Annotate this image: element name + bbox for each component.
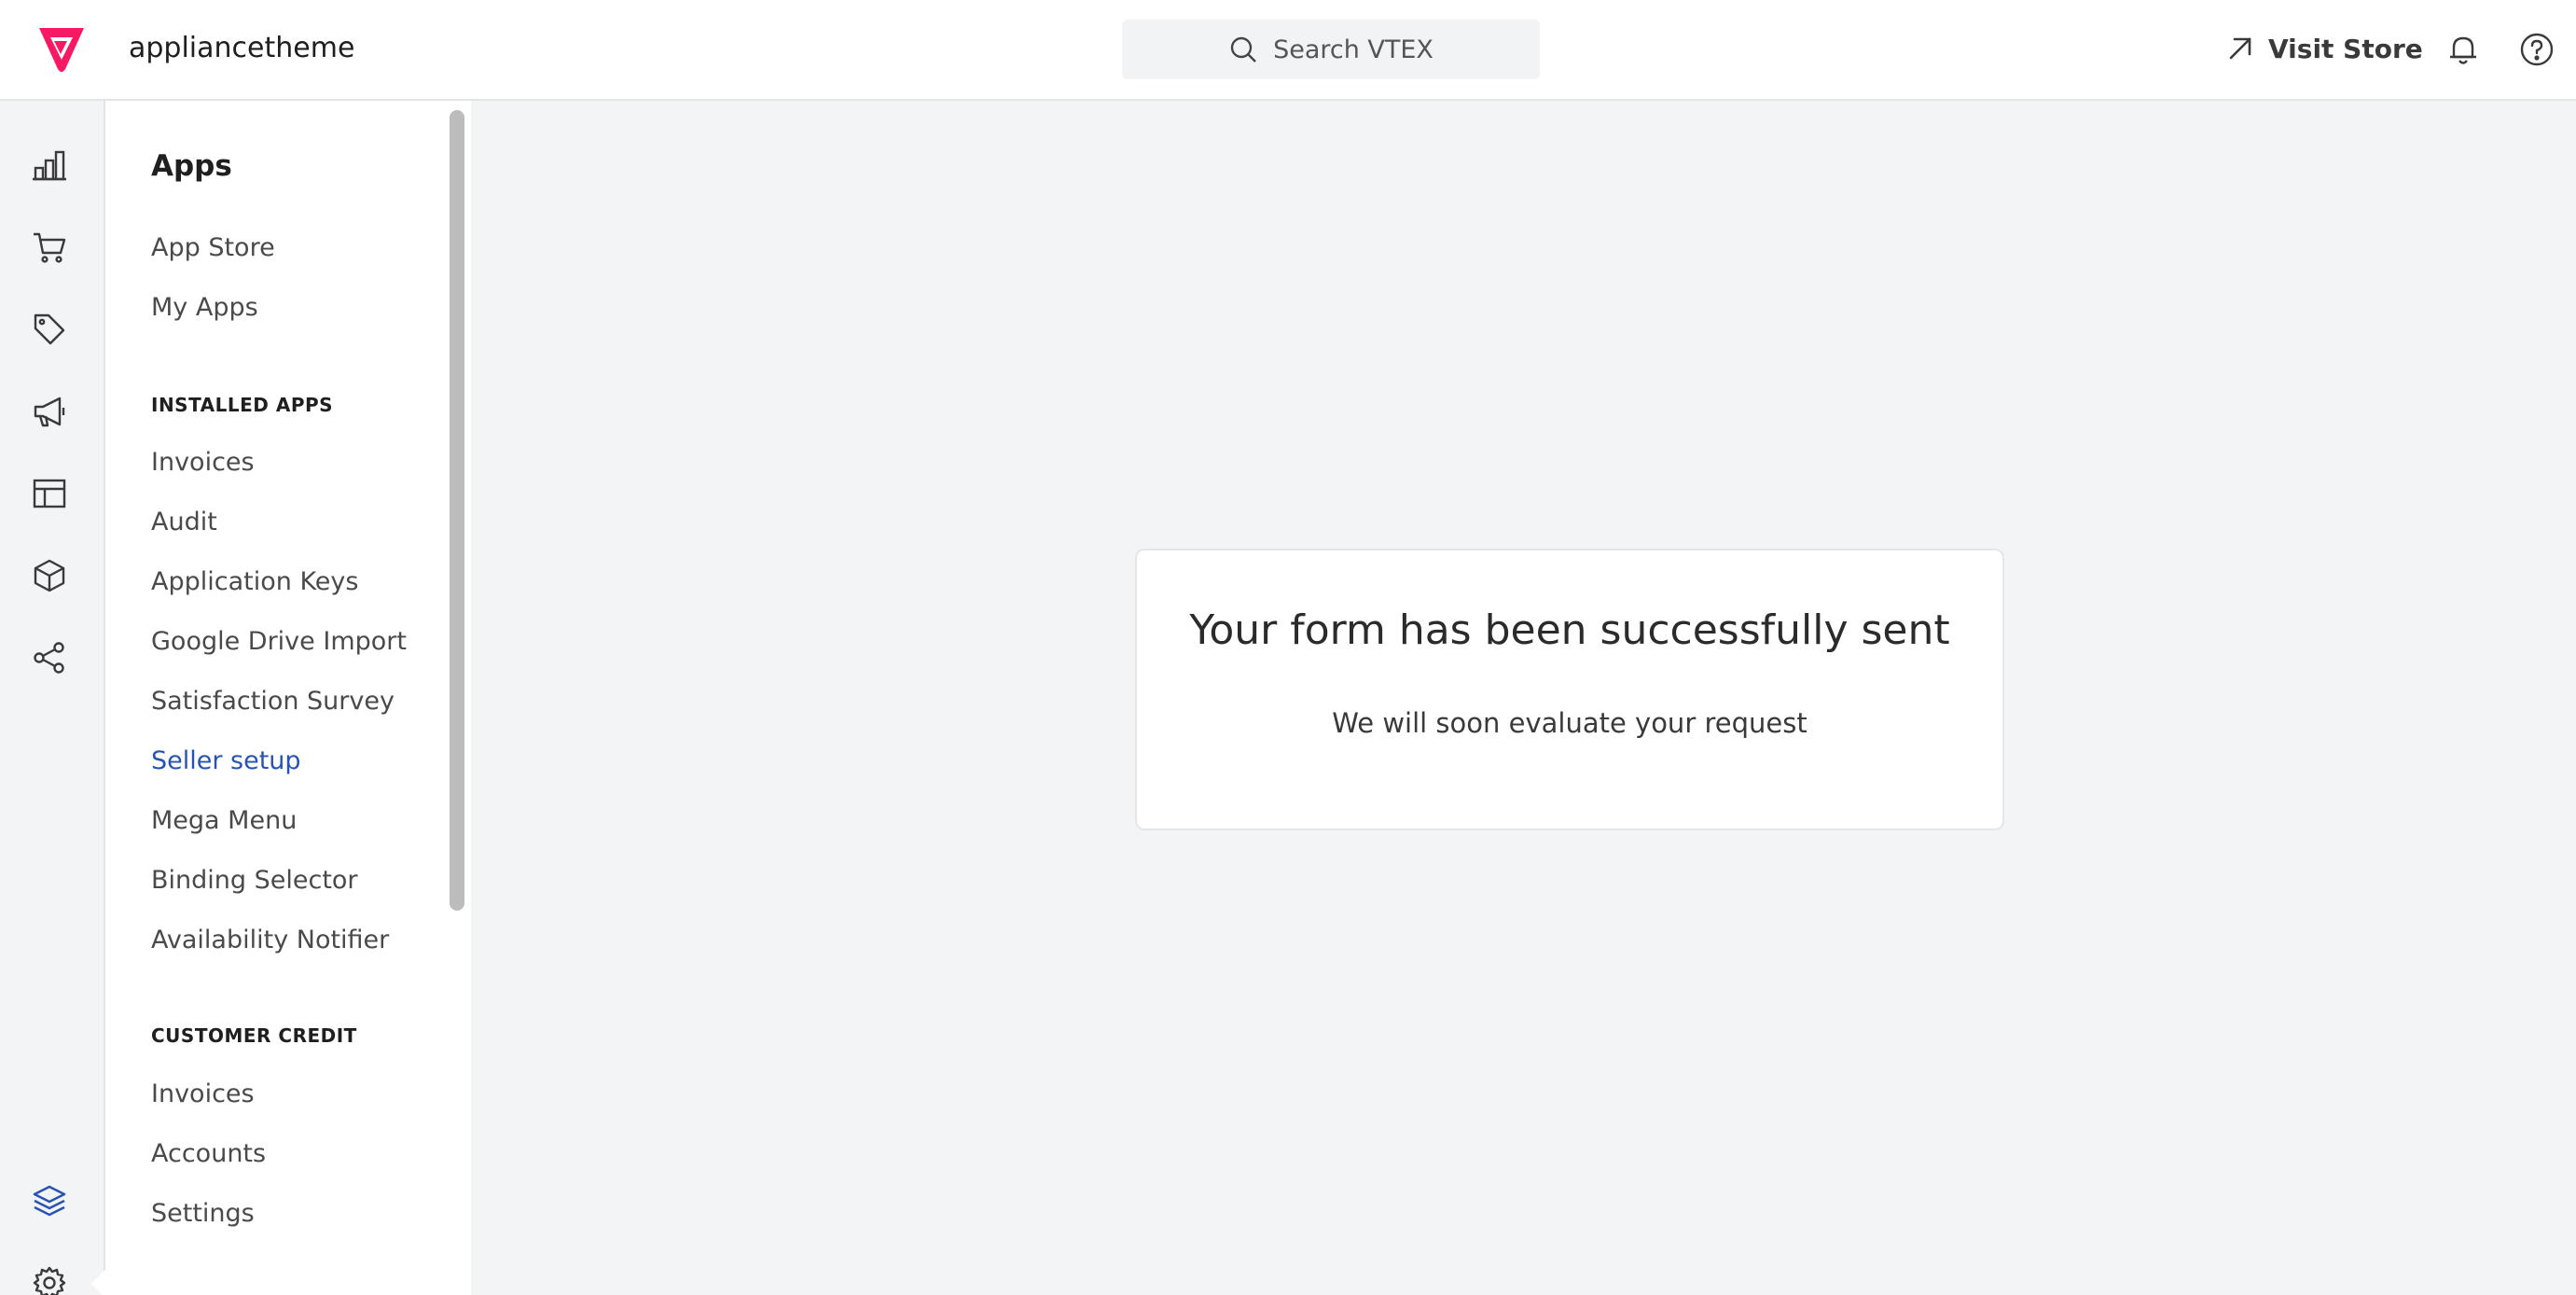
sidebar-title: Apps xyxy=(151,149,232,183)
sidebar-item-my-apps[interactable]: My Apps xyxy=(151,293,258,322)
sidebar-item-binding-selector[interactable]: Binding Selector xyxy=(151,866,358,895)
search-placeholder: Search VTEX xyxy=(1273,35,1433,64)
visit-store-label: Visit Store xyxy=(2268,33,2423,64)
search-icon xyxy=(1230,36,1256,63)
success-title: Your form has been successfully sent xyxy=(1189,606,1950,654)
dashboard-icon[interactable] xyxy=(32,147,67,183)
success-message: We will soon evaluate your request xyxy=(1332,707,1807,739)
section-installed-apps: INSTALLED APPS xyxy=(151,394,334,416)
top-bar: appliancetheme Search VTEX Visit Store xyxy=(0,0,2576,101)
sidebar-item-application-keys[interactable]: Application Keys xyxy=(151,567,358,596)
active-indicator xyxy=(91,1269,106,1295)
sidebar-item-satisfaction-survey[interactable]: Satisfaction Survey xyxy=(151,687,395,716)
icon-rail xyxy=(0,101,106,1295)
sidebar-item-invoices[interactable]: Invoices xyxy=(151,448,255,477)
tag-icon[interactable] xyxy=(32,312,67,347)
layers-icon[interactable] xyxy=(32,1183,67,1218)
arrow-up-right-icon xyxy=(2229,37,2251,60)
sidebar-item-seller-setup[interactable]: Seller setup xyxy=(151,746,301,775)
sidebar-item-credit-invoices[interactable]: Invoices xyxy=(151,1079,255,1108)
gear-icon[interactable] xyxy=(32,1265,67,1295)
section-customer-credit: CUSTOMER CREDIT xyxy=(151,1024,357,1047)
search-button[interactable]: Search VTEX xyxy=(1122,20,1540,79)
sidebar-item-google-drive-import[interactable]: Google Drive Import xyxy=(151,627,407,656)
sidebar-item-settings[interactable]: Settings xyxy=(151,1199,255,1228)
apps-sidebar: Apps App Store My Apps INSTALLED APPS In… xyxy=(105,101,471,1295)
bell-icon[interactable] xyxy=(2445,32,2481,67)
sidebar-scrollbar-thumb[interactable] xyxy=(450,110,464,911)
visit-store-link[interactable]: Visit Store xyxy=(2225,28,2423,69)
sidebar-item-availability-notifier[interactable]: Availability Notifier xyxy=(151,926,389,954)
success-card: Your form has been successfully sent We … xyxy=(1135,549,2004,830)
vtex-logo-icon[interactable] xyxy=(37,26,86,73)
package-icon[interactable] xyxy=(32,558,67,593)
sidebar-item-mega-menu[interactable]: Mega Menu xyxy=(151,806,297,835)
account-name[interactable]: appliancetheme xyxy=(129,28,354,69)
cart-icon[interactable] xyxy=(32,230,67,265)
share-icon[interactable] xyxy=(32,640,67,675)
sidebar-item-accounts[interactable]: Accounts xyxy=(151,1139,266,1168)
sidebar-item-audit[interactable]: Audit xyxy=(151,508,217,536)
layout-icon[interactable] xyxy=(32,476,67,511)
sidebar-item-app-store[interactable]: App Store xyxy=(151,233,275,262)
help-icon[interactable] xyxy=(2519,32,2555,67)
megaphone-icon[interactable] xyxy=(32,394,67,429)
